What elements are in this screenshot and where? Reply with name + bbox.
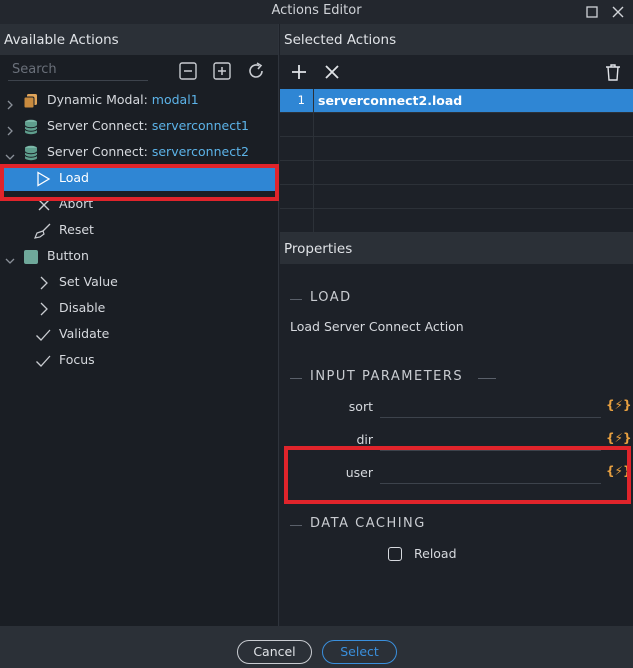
reload-label: Reload xyxy=(414,546,457,561)
dynamic-data-icon[interactable]: {⚡} xyxy=(606,431,632,445)
tree-item-label: Load xyxy=(59,170,89,185)
check-icon xyxy=(35,352,51,368)
tree-item-label: Server Connect: xyxy=(47,144,148,159)
tree-item-focus[interactable]: Focus xyxy=(0,347,279,373)
play-icon xyxy=(35,170,51,187)
available-actions-header: Available Actions xyxy=(0,24,278,55)
check-icon xyxy=(35,326,51,342)
expand-all-icon[interactable] xyxy=(212,61,232,81)
chevron-down-icon[interactable] xyxy=(4,146,16,160)
available-actions-panel: Available Actions Dynamic Modal: modal1 xyxy=(0,24,279,626)
tree-item-value: serverconnect1 xyxy=(151,118,249,133)
broom-icon xyxy=(34,222,51,239)
section-input-parameters: INPUT PARAMETERS xyxy=(290,369,623,387)
properties-header: Properties xyxy=(280,233,633,264)
title-bar: Actions Editor xyxy=(0,0,633,24)
tree-item-label: Validate xyxy=(59,326,110,341)
search-input[interactable] xyxy=(8,59,148,81)
select-button[interactable]: Select xyxy=(322,640,397,664)
chevron-right-icon xyxy=(36,274,52,290)
tree-item-value: modal1 xyxy=(151,92,199,107)
tree-item-abort[interactable]: Abort xyxy=(0,191,279,217)
table-row-empty xyxy=(280,113,633,137)
dynamic-data-icon[interactable]: {⚡} xyxy=(606,398,632,412)
section-title: INPUT PARAMETERS xyxy=(310,369,464,384)
add-icon[interactable] xyxy=(289,62,309,82)
tree-item-label: Focus xyxy=(59,352,95,367)
tree-item-disable[interactable]: Disable xyxy=(0,295,279,321)
chevron-right-icon xyxy=(36,300,52,316)
tree-item-load[interactable]: Load xyxy=(3,165,275,191)
tree-item-validate[interactable]: Validate xyxy=(0,321,279,347)
selected-actions-toolbar xyxy=(280,55,633,89)
selected-actions-panel: Selected Actions 1 serverconnect2.load P… xyxy=(280,24,633,626)
tree-item-label: Disable xyxy=(59,300,106,315)
section-title: DATA CACHING xyxy=(310,516,426,531)
collapse-all-icon[interactable] xyxy=(178,61,198,81)
chevron-right-icon[interactable] xyxy=(4,94,16,110)
selected-actions-grid: 1 serverconnect2.load xyxy=(280,89,633,233)
row-number: 1 xyxy=(280,89,314,112)
close-icon[interactable] xyxy=(607,2,629,22)
reload-checkbox[interactable] xyxy=(388,547,402,561)
tree-item-label: Abort xyxy=(59,196,94,211)
section-load: LOAD xyxy=(290,290,623,308)
window-title: Actions Editor xyxy=(271,3,362,18)
tree-item-button[interactable]: Button xyxy=(0,243,279,269)
search-row xyxy=(0,55,278,87)
maximize-icon[interactable] xyxy=(581,2,603,22)
tree-item-serverconnect1[interactable]: Server Connect: serverconnect1 xyxy=(0,113,279,139)
table-row[interactable]: 1 serverconnect2.load xyxy=(280,89,633,113)
section-data-caching: DATA CACHING xyxy=(290,516,623,534)
section-title: LOAD xyxy=(310,290,352,305)
param-label: sort xyxy=(348,399,373,414)
row-action: serverconnect2.load xyxy=(318,93,463,108)
tree-item-value: serverconnect2 xyxy=(151,144,249,159)
tree-item-reset[interactable]: Reset xyxy=(0,217,279,243)
trash-icon[interactable] xyxy=(603,62,623,82)
dir-input[interactable] xyxy=(380,429,601,451)
database-icon xyxy=(23,118,39,135)
database-icon xyxy=(23,144,39,161)
chevron-right-icon[interactable] xyxy=(4,120,16,136)
tree-item-label: Set Value xyxy=(59,274,118,289)
param-label: dir xyxy=(356,432,373,447)
tree-item-label: Button xyxy=(47,248,89,263)
param-label: user xyxy=(345,465,373,480)
param-user: user {⚡} xyxy=(280,460,633,486)
table-row-empty xyxy=(280,137,633,161)
table-row-empty xyxy=(280,185,633,209)
tree-item-dynamic-modal[interactable]: Dynamic Modal: modal1 xyxy=(0,87,279,113)
table-row-empty xyxy=(280,209,633,233)
cancel-button[interactable]: Cancel xyxy=(237,640,312,664)
param-dir: dir {⚡} xyxy=(280,427,633,453)
tree-item-label: Dynamic Modal: xyxy=(47,92,148,107)
refresh-icon[interactable] xyxy=(246,61,266,81)
tree-item-set-value[interactable]: Set Value xyxy=(0,269,279,295)
dynamic-data-icon[interactable]: {⚡} xyxy=(606,464,632,478)
param-sort: sort {⚡} xyxy=(280,394,633,420)
selected-actions-header: Selected Actions xyxy=(280,24,633,55)
action-description: Load Server Connect Action xyxy=(290,319,464,334)
sort-input[interactable] xyxy=(380,396,601,418)
chevron-down-icon[interactable] xyxy=(4,250,16,264)
table-row-empty xyxy=(280,161,633,185)
close-x-icon xyxy=(36,196,52,212)
dialog-footer: Cancel Select xyxy=(0,626,633,668)
button-component-icon xyxy=(23,248,39,264)
tree-item-label: Reset xyxy=(59,222,94,237)
tree-item-label: Server Connect: xyxy=(47,118,148,133)
user-input[interactable] xyxy=(380,462,601,484)
modal-icon xyxy=(23,92,39,109)
remove-icon[interactable] xyxy=(322,62,342,82)
tree-item-serverconnect2[interactable]: Server Connect: serverconnect2 xyxy=(0,139,279,165)
